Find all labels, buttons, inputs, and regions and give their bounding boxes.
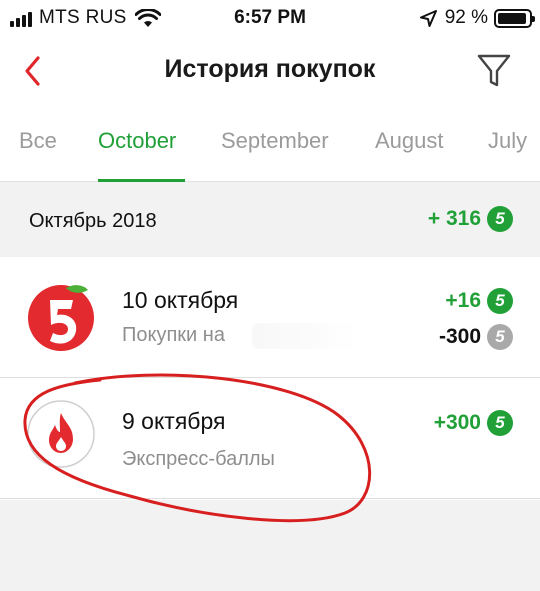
filter-button[interactable] xyxy=(476,52,512,90)
redacted-amount xyxy=(252,323,356,349)
filter-icon xyxy=(477,54,511,87)
month-label: Октябрь 2018 xyxy=(29,210,157,232)
transaction-date: 10 октября xyxy=(122,287,239,313)
tab-all[interactable]: Все xyxy=(19,128,57,154)
transaction-row[interactable]: 9 октября Экспресс-баллы +300 5 xyxy=(0,378,540,499)
transaction-description: Покупки на xyxy=(122,324,225,346)
points-badge-spent-icon: 5 xyxy=(487,324,513,350)
points-earned-value: +16 xyxy=(445,289,481,312)
battery-percentage: 92 % xyxy=(444,7,488,28)
points-badge-icon: 5 xyxy=(487,206,513,232)
status-bar: MTS RUS 6:57 PM 92 % xyxy=(0,0,540,38)
tab-july[interactable]: July xyxy=(488,128,527,154)
points-earned-value: +300 xyxy=(433,411,481,434)
points-spent: -300 5 xyxy=(439,324,513,350)
tab-august[interactable]: August xyxy=(375,128,444,154)
month-section-header: Октябрь 2018 + 316 5 xyxy=(0,182,540,257)
points-badge-icon: 5 xyxy=(487,288,513,314)
month-tabs: Все October September August July xyxy=(0,110,540,182)
navigation-bar: История покупок xyxy=(0,40,540,102)
page-title: История покупок xyxy=(164,55,376,83)
transaction-row[interactable]: 10 октября Покупки на +16 5 -300 5 xyxy=(0,257,540,378)
month-total: + 316 5 xyxy=(428,206,513,232)
tab-october[interactable]: October xyxy=(98,128,176,154)
month-total-points: + 316 xyxy=(427,207,481,230)
transaction-date: 9 октября xyxy=(122,408,226,434)
flame-icon xyxy=(27,400,95,468)
location-arrow-icon xyxy=(419,9,437,27)
points-badge-icon: 5 xyxy=(487,410,513,436)
battery-icon xyxy=(494,8,535,28)
points-earned: +300 5 xyxy=(434,410,513,436)
pyaterochka-logo xyxy=(28,285,94,351)
list-background xyxy=(0,500,540,591)
points-earned: +16 5 xyxy=(445,288,513,314)
tab-september[interactable]: September xyxy=(221,128,329,154)
transaction-description: Экспресс-баллы xyxy=(122,448,275,470)
points-spent-value: -300 xyxy=(438,325,481,348)
